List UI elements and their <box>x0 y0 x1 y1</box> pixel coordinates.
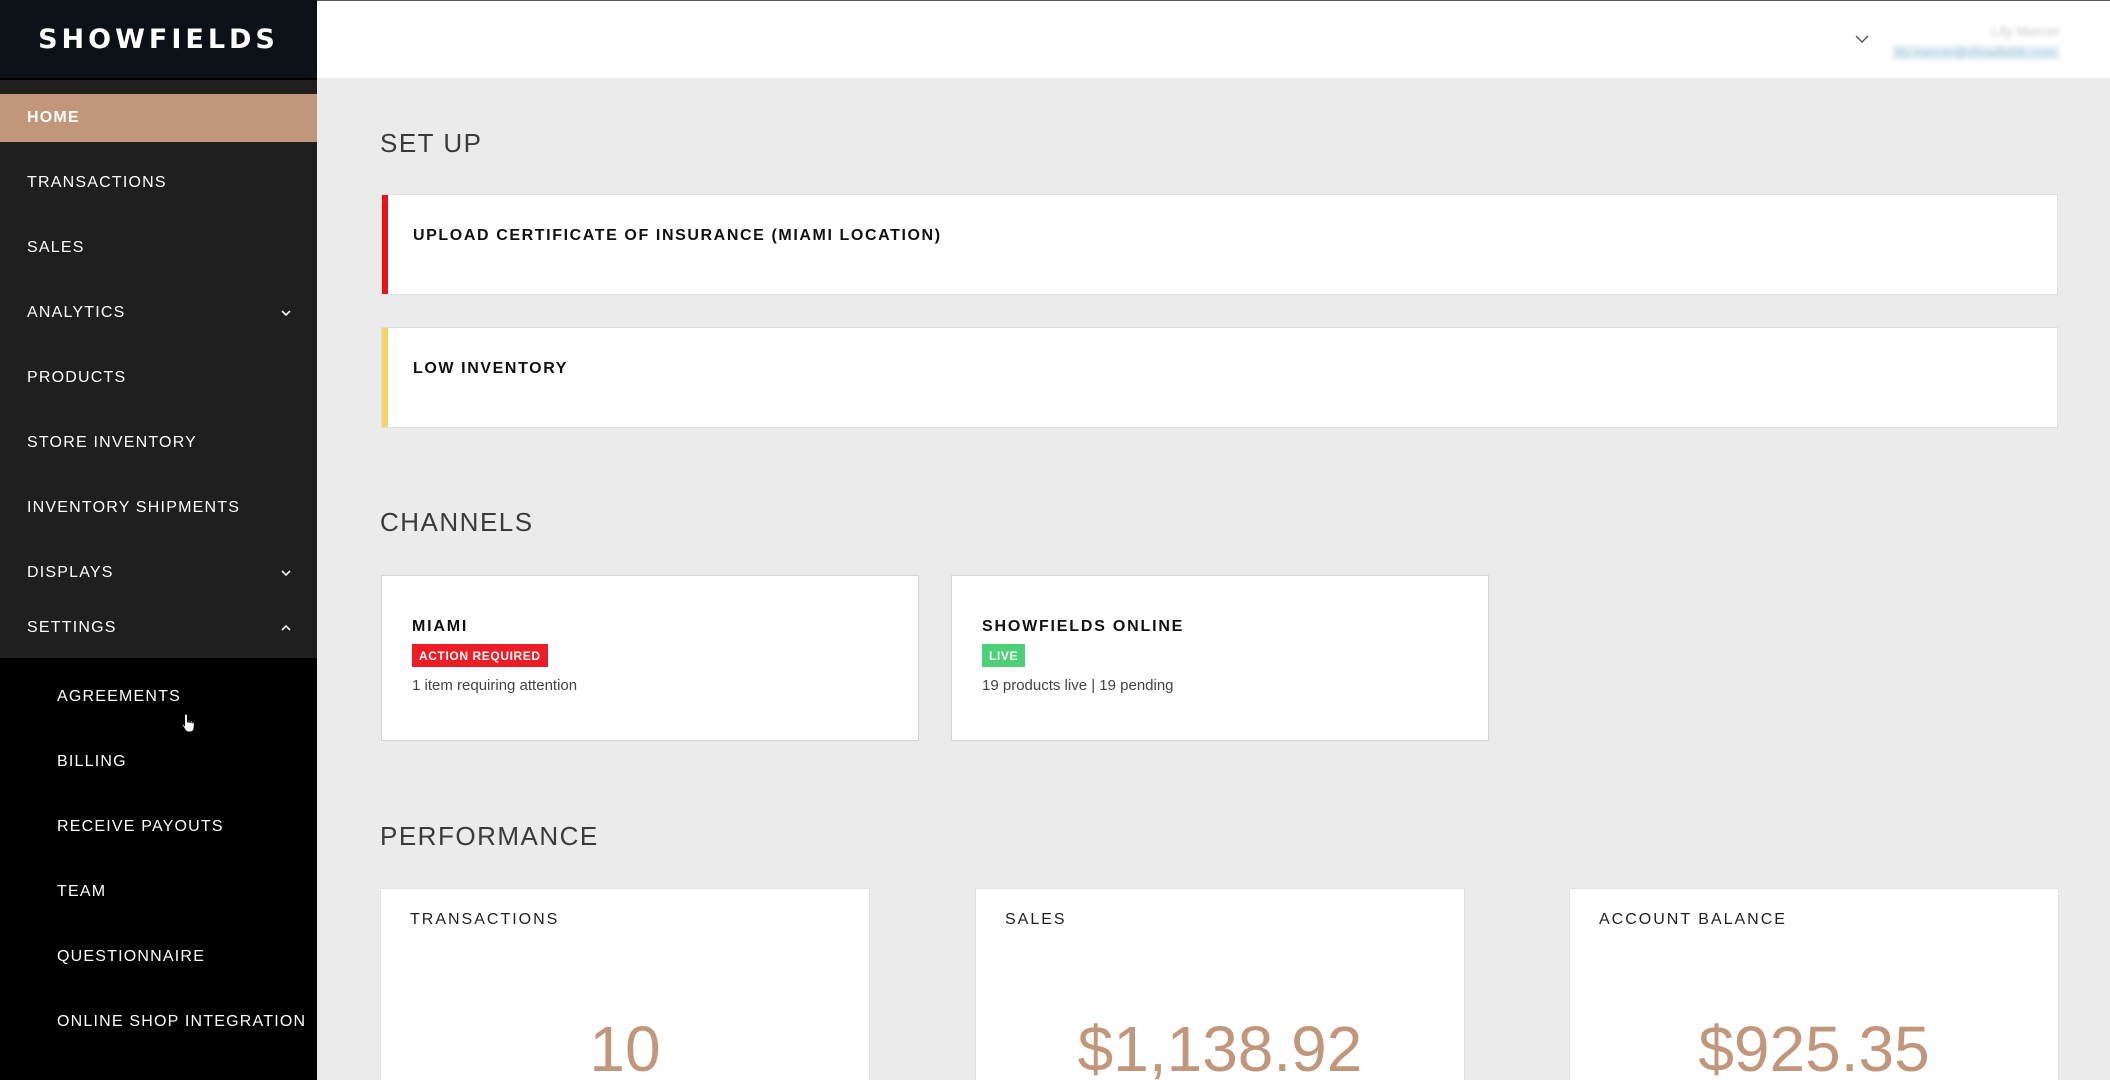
setup-task-upload-insurance[interactable]: UPLOAD CERTIFICATE OF INSURANCE (MIAMI L… <box>381 194 2058 295</box>
channel-card-showfields-online[interactable]: SHOWFIELDS ONLINE LIVE 19 products live … <box>951 575 1489 741</box>
chevron-up-icon <box>277 619 295 637</box>
channel-description: 1 item requiring attention <box>412 677 578 694</box>
sidebar-subitem-online-shop-integration[interactable]: ONLINE SHOP INTEGRATION <box>0 998 317 1046</box>
sidebar-item-label: BILLING <box>57 753 127 770</box>
sidebar-item-home[interactable]: HOME <box>0 94 317 142</box>
performance-card-title: ACCOUNT BALANCE <box>1599 911 1787 928</box>
sidebar-item-label: INVENTORY SHIPMENTS <box>27 499 241 516</box>
channel-card-miami[interactable]: MIAMI ACTION REQUIRED 1 item requiring a… <box>381 575 919 741</box>
status-badge: ACTION REQUIRED <box>412 644 548 667</box>
performance-card-title: SALES <box>1005 911 1067 928</box>
chevron-down-icon <box>277 564 295 582</box>
sidebar-subitem-team[interactable]: TEAM <box>0 868 317 916</box>
sidebar-item-transactions[interactable]: TRANSACTIONS <box>0 159 317 207</box>
performance-card-sales[interactable]: SALES $1,138.92 <box>975 888 1465 1080</box>
sidebar-item-label: STORE INVENTORY <box>27 434 198 451</box>
sidebar-item-label: HOME <box>27 109 80 126</box>
user-email[interactable]: lily.mercer@showfields.com <box>1891 45 2060 60</box>
setup-section-title: SET UP <box>380 128 483 158</box>
sidebar-subitem-questionnaire[interactable]: QUESTIONNAIRE <box>0 933 317 981</box>
sidebar-item-settings[interactable]: SETTINGS <box>0 604 317 652</box>
setup-task-low-inventory[interactable]: LOW INVENTORY <box>381 327 2058 428</box>
sidebar-item-store-inventory[interactable]: STORE INVENTORY <box>0 419 317 467</box>
sidebar-item-label: RECEIVE PAYOUTS <box>57 818 224 835</box>
task-status-bar <box>382 328 388 427</box>
hand-cursor-icon <box>181 713 195 733</box>
sidebar-item-label: TRANSACTIONS <box>27 174 167 191</box>
sidebar-item-displays[interactable]: DISPLAYS <box>0 549 317 597</box>
sidebar-item-label: SETTINGS <box>27 619 117 636</box>
sidebar-subitem-billing[interactable]: BILLING <box>0 738 317 786</box>
sidebar-subitem-agreements[interactable]: AGREEMENTS <box>0 673 317 721</box>
performance-card-value: $925.35 <box>1698 1013 1930 1080</box>
sidebar-item-label: QUESTIONNAIRE <box>57 948 206 965</box>
sidebar-item-label: TEAM <box>57 883 107 900</box>
sidebar-item-label: DISPLAYS <box>27 564 114 581</box>
chevron-down-icon[interactable] <box>1853 30 1871 48</box>
status-badge: LIVE <box>982 644 1026 667</box>
sidebar-item-inventory-shipments[interactable]: INVENTORY SHIPMENTS <box>0 484 317 532</box>
sidebar-item-label: AGREEMENTS <box>57 688 182 705</box>
chevron-down-icon <box>277 304 295 322</box>
task-label: LOW INVENTORY <box>413 360 569 377</box>
channel-name: MIAMI <box>412 618 469 635</box>
performance-card-value: 10 <box>589 1013 661 1080</box>
top-bar: Lily Mercer lily.mercer@showfields.com <box>317 0 2110 78</box>
settings-submenu: AGREEMENTS BILLING RECEIVE PAYOUTS TEAM … <box>0 658 317 1080</box>
performance-card-title: TRANSACTIONS <box>410 911 560 928</box>
task-label: UPLOAD CERTIFICATE OF INSURANCE (MIAMI L… <box>413 227 942 244</box>
sidebar-item-analytics[interactable]: ANALYTICS <box>0 289 317 337</box>
channel-description: 19 products live | 19 pending <box>982 677 1174 694</box>
logo-bar: SHOWFIELDS <box>0 0 317 80</box>
sidebar-item-products[interactable]: PRODUCTS <box>0 354 317 402</box>
sidebar-item-sales[interactable]: SALES <box>0 224 317 272</box>
user-name[interactable]: Lily Mercer <box>1992 23 2060 39</box>
sidebar-item-label: PRODUCTS <box>27 369 127 386</box>
sidebar-item-label: ANALYTICS <box>27 304 126 321</box>
task-status-bar <box>382 195 388 294</box>
performance-card-value: $1,138.92 <box>1077 1013 1363 1080</box>
sidebar-item-label: ONLINE SHOP INTEGRATION <box>57 1013 307 1030</box>
showfields-logo[interactable]: SHOWFIELDS <box>38 24 279 55</box>
performance-card-transactions[interactable]: TRANSACTIONS 10 <box>380 888 870 1080</box>
channels-section-title: CHANNELS <box>380 507 534 537</box>
sidebar: SHOWFIELDS HOME TRANSACTIONS SALES ANALY… <box>0 0 317 1080</box>
sidebar-subitem-receive-payouts[interactable]: RECEIVE PAYOUTS <box>0 803 317 851</box>
sidebar-item-label: SALES <box>27 239 85 256</box>
performance-card-account-balance[interactable]: ACCOUNT BALANCE $925.35 <box>1569 888 2059 1080</box>
channel-name: SHOWFIELDS ONLINE <box>982 618 1185 635</box>
performance-section-title: PERFORMANCE <box>380 821 599 851</box>
